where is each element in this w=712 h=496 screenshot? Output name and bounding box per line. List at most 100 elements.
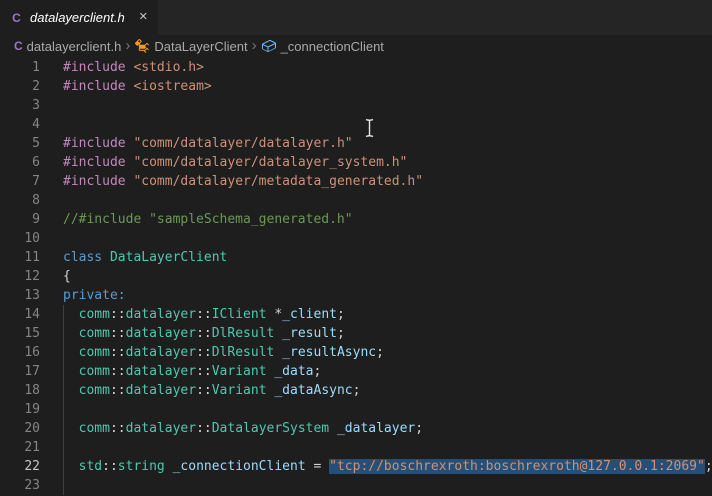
code-token: Variant (211, 383, 267, 398)
line-number: 11 (24, 250, 40, 265)
code-line[interactable]: 8 (0, 191, 712, 210)
code-line[interactable]: 23 (0, 476, 712, 495)
code-line[interactable]: 16 comm::datalayer::DlResult _resultAsyn… (0, 343, 712, 362)
code-token: _connectionClient (172, 459, 306, 474)
code-token: datalayer (125, 326, 197, 341)
code-token: :: (109, 307, 126, 322)
indent-guide (63, 381, 64, 400)
code-token: "comm/datalayer/datalayer.h" (133, 136, 353, 151)
line-number: 9 (32, 212, 40, 227)
code-token: comm (78, 383, 110, 398)
code-token: ; (336, 307, 345, 322)
code-token: :: (196, 307, 212, 322)
line-number: 12 (24, 269, 40, 284)
indent-guide (63, 400, 64, 419)
code-token: :: (196, 345, 212, 360)
line-number: 3 (32, 98, 40, 113)
code-line[interactable]: 13 private: (0, 286, 712, 305)
code-token: DatalayerSystem (211, 421, 330, 436)
code-token: :: (109, 364, 126, 379)
code-token: DlResult (211, 345, 275, 360)
code-line[interactable]: 22 std::string _connectionClient = "tcp:… (0, 457, 712, 476)
code-token: ; (336, 326, 345, 341)
code-token: :: (109, 326, 126, 341)
code-line[interactable]: 19 (0, 400, 712, 419)
breadcrumb-item[interactable]: Cdatalayerclient.h (14, 39, 121, 54)
breadcrumb-item[interactable]: DataLayerClient (134, 38, 248, 54)
c-file-icon: C (12, 10, 21, 25)
breadcrumb-item[interactable]: _connectionClient (261, 38, 384, 54)
code-token: datalayer (125, 421, 197, 436)
code-line[interactable]: 17 comm::datalayer::Variant _data; (0, 362, 712, 381)
code-token: ; (704, 459, 712, 474)
tab-label: datalayerclient.h (30, 10, 125, 25)
code-token: _dataAsync (274, 383, 353, 398)
code-token: "comm/datalayer/metadata_generated.h" (133, 174, 424, 189)
line-number: 8 (32, 193, 40, 208)
code-token: #include (63, 79, 126, 94)
code-line[interactable]: 15 comm::datalayer::DlResult _result; (0, 324, 712, 343)
code-line[interactable]: 12 { (0, 267, 712, 286)
line-number: 17 (24, 364, 40, 379)
code-line[interactable]: 18 comm::datalayer::Variant _dataAsync; (0, 381, 712, 400)
code-token: class (63, 250, 103, 265)
code-token: ; (376, 345, 384, 360)
code-line[interactable]: 7 #include "comm/datalayer/metadata_gener… (0, 172, 712, 191)
breadcrumb-separator-icon: › (125, 36, 131, 54)
code-token: DlResult (211, 326, 275, 341)
tab-datalayerclient-h[interactable]: C datalayerclient.h ✕ (0, 0, 158, 35)
code-line[interactable]: 1 #include <stdio.h> (0, 58, 712, 77)
code-line[interactable]: 21 (0, 438, 712, 457)
code-token: _result (282, 326, 337, 341)
code-line[interactable]: 4 (0, 115, 712, 134)
code-token: :: (109, 383, 126, 398)
code-token: :: (109, 345, 126, 360)
breadcrumb-item-label: _connectionClient (280, 38, 384, 54)
code-token: //#include "sampleSchema_generated.h" (63, 212, 353, 227)
code-line[interactable]: 11 class DataLayerClient (0, 248, 712, 267)
code-token: #include (63, 155, 126, 170)
line-number: 10 (24, 231, 40, 246)
code-line[interactable]: 9 //#include "sampleSchema_generated.h" (0, 210, 712, 229)
code-token: #include (63, 60, 126, 75)
code-line[interactable]: 6 #include "comm/datalayer/datalayer_syst… (0, 153, 712, 172)
indent-guide (63, 476, 64, 495)
line-number: 23 (24, 478, 40, 493)
code-token: :: (196, 421, 212, 436)
code-token: comm (78, 307, 110, 322)
code-token: comm (78, 326, 110, 341)
code-token: = (305, 459, 330, 474)
code-line[interactable]: 14 comm::datalayer::IClient *_client; (0, 305, 712, 324)
line-number: 5 (32, 136, 40, 151)
code-token: :: (196, 326, 212, 341)
line-number: 14 (24, 307, 40, 322)
line-number: 20 (24, 421, 40, 436)
code-token: "tcp://boschrexroth:boschrexroth@127.0.0… (329, 459, 705, 474)
line-number: 1 (32, 60, 40, 75)
code-line[interactable]: 10 (0, 229, 712, 248)
code-editor[interactable]: 1 #include <stdio.h> 2 #include <iostream> 3… (0, 57, 712, 495)
line-number: 15 (24, 326, 40, 341)
breadcrumb-separator-icon: › (251, 36, 257, 54)
close-icon[interactable]: ✕ (139, 12, 148, 23)
code-line[interactable]: 3 (0, 96, 712, 115)
code-token: comm (78, 421, 110, 436)
code-line[interactable]: 2 #include <iostream> (0, 77, 712, 96)
symbol-class-icon (135, 39, 150, 53)
c-file-icon: C (14, 39, 23, 53)
code-line[interactable]: 5 #include "comm/datalayer/datalayer.h" (0, 134, 712, 153)
code-line[interactable]: 20 comm::datalayer::DatalayerSystem _dat… (0, 419, 712, 438)
code-token: string (117, 459, 165, 474)
indent-guide (63, 305, 64, 324)
tab-bar: C datalayerclient.h ✕ (0, 0, 712, 35)
line-number: 2 (32, 79, 40, 94)
